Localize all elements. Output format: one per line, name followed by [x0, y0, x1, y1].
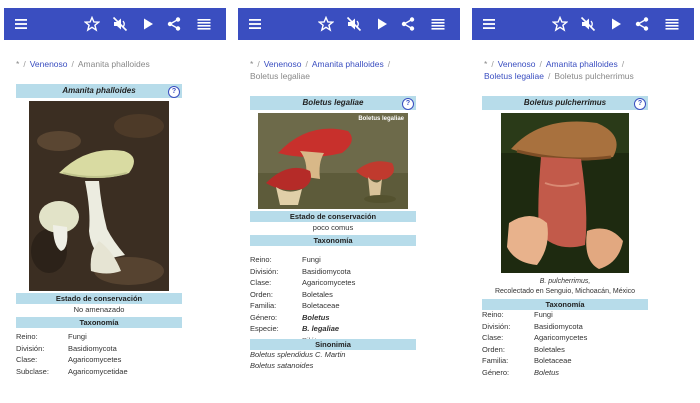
breadcrumb-link[interactable]: Venenoso	[498, 59, 536, 69]
conservation-value: No amenazado	[73, 305, 125, 314]
synonyms-header: Sinonimia	[250, 339, 416, 350]
taxonomy-row: Orden: Boletales	[482, 344, 565, 354]
play-icon[interactable]	[140, 16, 156, 32]
breadcrumb-home[interactable]: *	[484, 59, 487, 69]
taxonomy-row: Reino: Fungi	[482, 310, 553, 319]
menu-icon[interactable]	[247, 16, 263, 32]
photo-caption: B. pulcherrimus, Recolectado en Senguio,…	[482, 277, 648, 297]
taxonomy-row: Orden: Boletales	[250, 289, 333, 299]
star-icon[interactable]	[552, 16, 568, 32]
caption-place: Recolectado en Senguio, Michoacán, Méxic…	[494, 288, 636, 295]
taxonomy-row: Reino: Fungi	[16, 332, 87, 341]
taxonomy-row: Clase: Agaricomycetes	[250, 278, 356, 287]
species-card: Boletus pulcherrimus? B. pulcherrimus, R…	[482, 96, 648, 310]
breadcrumb-current: Amanita phalloides	[77, 59, 150, 69]
species-card: Amanita phalloides? Estado de conservaci…	[16, 84, 182, 328]
star-icon[interactable]	[84, 16, 100, 32]
taxonomy-row: Reino: Fungi	[250, 255, 321, 264]
conservation-header: Estado de conservación	[16, 293, 182, 304]
taxonomy-row: División: Basidiomycota	[250, 266, 351, 276]
photo-label: Boletus legaliae	[358, 116, 404, 122]
taxonomy-row: División: Basidiomycota	[16, 343, 117, 353]
conservation-header: Estado de conservación	[250, 211, 416, 222]
share-icon[interactable]	[400, 16, 416, 32]
screen-boletus-pulcherrimus: * / Venenoso / Amanita phalloides / Boletus le…	[472, 8, 694, 398]
synonyms-section: Sinonimia Boletus splendidus C. Martin B…	[250, 339, 416, 371]
breadcrumb-link[interactable]: Boletus legaliae	[484, 71, 544, 81]
info-icon[interactable]: ?	[168, 86, 180, 98]
screen-boletus-legaliae: * / Venenoso / Amanita phalloides / Boletus le…	[238, 8, 460, 398]
card-title: Amanita phalloides?	[16, 84, 182, 98]
taxonomy-list: Reino: Fungi División: Basidiomycota Clase…	[250, 254, 430, 346]
conservation-value: poco comus	[312, 223, 354, 232]
taxonomy-list: Reino: Fungi División: Basidiomycota Clase…	[482, 309, 662, 378]
play-icon[interactable]	[608, 16, 624, 32]
taxonomy-row: Clase: Agaricomycetes	[482, 333, 588, 342]
breadcrumb-current: Boletus legaliae	[250, 71, 311, 81]
species-photo	[29, 101, 169, 291]
taxonomy-row: Familia: Boletaceae	[250, 301, 340, 310]
mute-icon[interactable]	[112, 16, 128, 32]
species-name: B. legaliae	[302, 324, 340, 333]
breadcrumb-link[interactable]: Amanita phalloides	[546, 59, 618, 69]
list-icon[interactable]	[196, 16, 212, 32]
share-icon[interactable]	[166, 16, 182, 32]
species-photo: Boletus legaliae	[258, 113, 408, 209]
share-icon[interactable]	[634, 16, 650, 32]
taxonomy-row: Clase: Agaricomycetes	[16, 355, 122, 364]
breadcrumb: * / Venenoso / Amanita phalloides / Boletus le…	[484, 59, 634, 81]
taxonomy-row: Subclase: Agaricomycetidae	[16, 366, 128, 376]
breadcrumb-link[interactable]: Venenoso	[264, 59, 302, 69]
app-bar	[472, 8, 694, 40]
species-card: Boletus legaliae? Boletus legaliae Estad…	[250, 96, 416, 246]
mute-icon[interactable]	[580, 16, 596, 32]
taxonomy-list: Reino: Fungi División: Basidiomycota Clase…	[16, 331, 196, 377]
info-icon[interactable]: ?	[634, 98, 646, 110]
taxonomy-row: División: Basidiomycota	[482, 321, 583, 331]
synonym-item: Boletus splendidus C. Martin	[250, 350, 346, 359]
taxonomy-row: Género: Boletus	[250, 312, 330, 322]
taxonomy-header: Taxonomía	[250, 235, 416, 246]
breadcrumb-home[interactable]: *	[16, 59, 19, 69]
card-title: Boletus legaliae?	[250, 96, 416, 110]
mute-icon[interactable]	[346, 16, 362, 32]
list-icon[interactable]	[430, 16, 446, 32]
menu-icon[interactable]	[13, 16, 29, 32]
taxonomy-row: Género: Boletus	[482, 367, 560, 377]
taxonomy-row: Familia: Boletaceae	[482, 356, 572, 365]
breadcrumb-home[interactable]: *	[250, 59, 253, 69]
breadcrumb-current: Boletus pulcherrimus	[554, 71, 634, 81]
breadcrumb-link[interactable]: Venenoso	[30, 59, 68, 69]
info-icon[interactable]: ?	[402, 98, 414, 110]
menu-icon[interactable]	[481, 16, 497, 32]
app-bar	[4, 8, 226, 40]
play-icon[interactable]	[374, 16, 390, 32]
card-title: Boletus pulcherrimus?	[482, 96, 648, 110]
list-icon[interactable]	[664, 16, 680, 32]
screen-amanita: * / Venenoso / Amanita phalloides Amanita ph…	[4, 8, 226, 398]
caption-name: B. pulcherrimus,	[539, 278, 591, 285]
synonym-item: Boletus satanoides	[250, 360, 314, 370]
breadcrumb: * / Venenoso / Amanita phalloides	[16, 59, 150, 69]
breadcrumb-link[interactable]: Amanita phalloides	[312, 59, 384, 69]
breadcrumb: * / Venenoso / Amanita phalloides / Boletus le…	[250, 59, 391, 81]
star-icon[interactable]	[318, 16, 334, 32]
app-bar	[238, 8, 460, 40]
taxonomy-header: Taxonomía	[16, 317, 182, 328]
species-photo	[501, 113, 629, 273]
